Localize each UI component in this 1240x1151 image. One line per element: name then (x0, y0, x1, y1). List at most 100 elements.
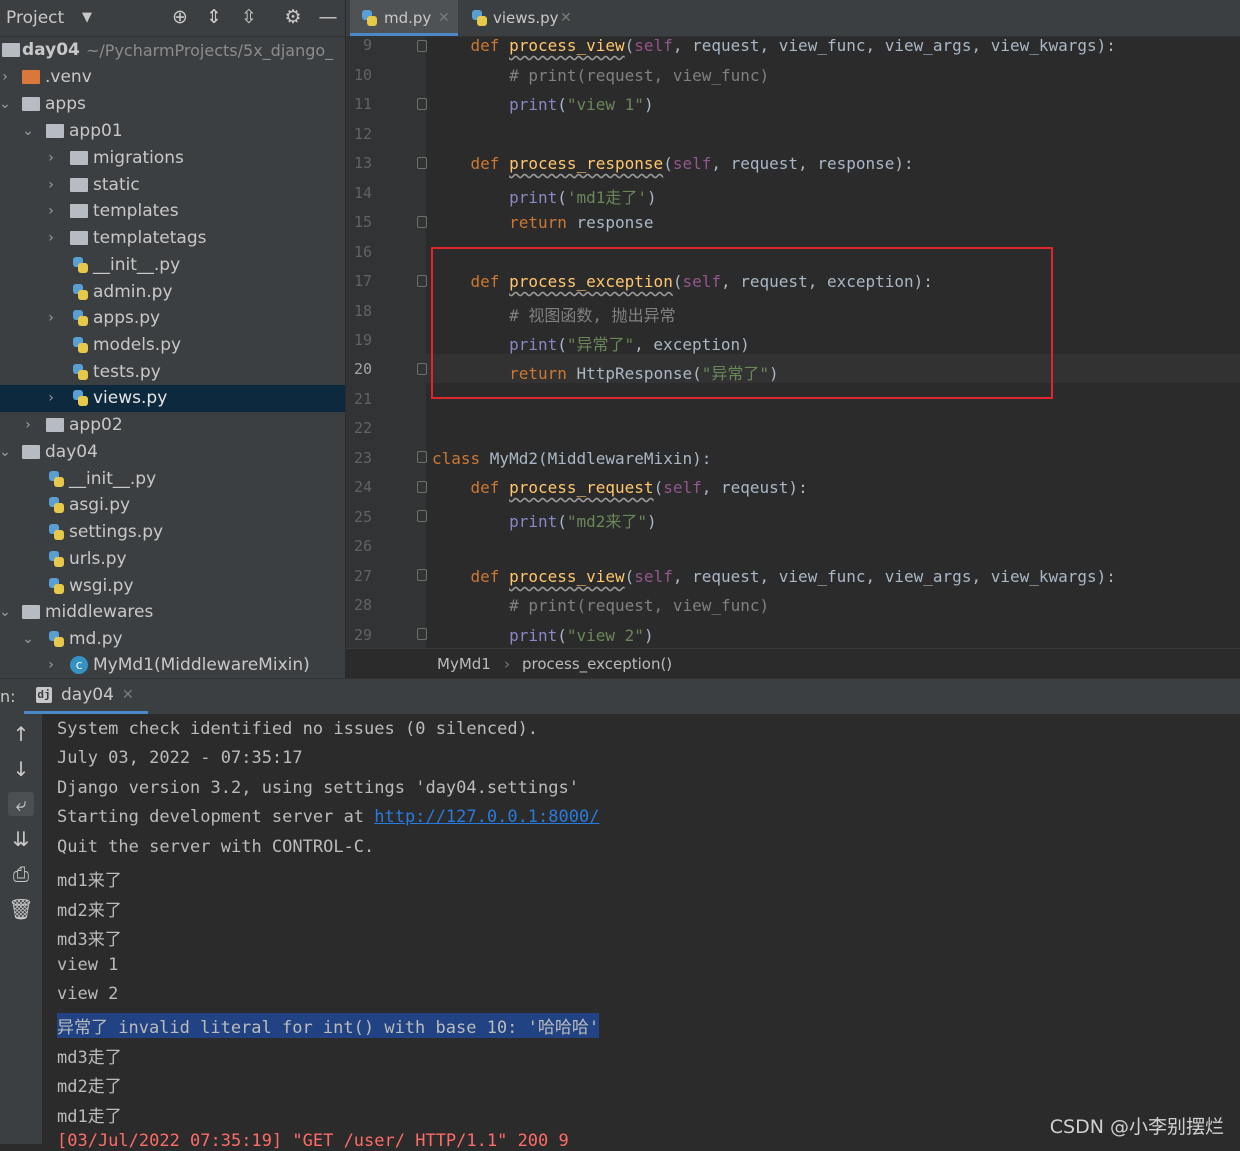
breadcrumb-class[interactable]: MyMd1 (437, 655, 491, 673)
tree-item-label: settings.py (69, 522, 164, 542)
code-token: ( (557, 95, 567, 114)
soft-wrap-icon[interactable]: ⤶ (8, 792, 34, 816)
tree-item-urls-py[interactable]: urls.py (0, 546, 345, 573)
tab-md-py[interactable]: md.py ✕ (350, 0, 458, 36)
tree-item-day04-pkg[interactable]: ⌄ day04 (0, 439, 345, 466)
tree-item-label: __init__.py (69, 469, 157, 489)
tree-item-mymd1-class[interactable]: › c MyMd1(MiddlewareMixin) (0, 652, 345, 679)
chevron-right-icon[interactable]: › (21, 412, 35, 439)
tree-item-label: __init__.py (93, 255, 181, 275)
trash-icon[interactable]: 🗑 (8, 897, 34, 921)
tree-item-tests-py[interactable]: tests.py (0, 359, 345, 386)
fold-marker-icon[interactable] (417, 510, 427, 522)
chevron-right-icon[interactable]: › (44, 172, 58, 199)
tree-item-settings-py[interactable]: settings.py (0, 519, 345, 546)
code-token: class (432, 449, 490, 468)
close-icon[interactable]: ✕ (122, 678, 134, 712)
collapse-all-icon[interactable]: ⇳ (237, 6, 261, 28)
tree-item-models-py[interactable]: models.py (0, 332, 345, 359)
code-token: ( (557, 626, 567, 645)
console-line: System check identified no issues (0 sil… (57, 719, 539, 739)
tree-item-app02[interactable]: › app02 (0, 412, 345, 439)
chevron-down-icon[interactable]: ⌄ (21, 118, 35, 145)
tree-item-label: app02 (69, 415, 123, 435)
tree-item-migrations[interactable]: › migrations (0, 145, 345, 172)
tree-item-apps[interactable]: ⌄ apps (0, 91, 345, 118)
fold-marker-icon[interactable] (417, 216, 427, 228)
python-file-icon (47, 496, 65, 514)
chevron-down-icon[interactable]: ▼ (82, 10, 92, 25)
folder-icon (70, 231, 88, 245)
tree-item-init-py[interactable]: __init__.py (0, 252, 345, 279)
tree-item-venv[interactable]: › .venv (0, 64, 345, 91)
server-link[interactable]: http://127.0.0.1:8000/ (374, 807, 599, 827)
code-token: ) (647, 188, 657, 207)
fold-marker-icon[interactable] (417, 98, 427, 110)
tree-item-templates[interactable]: › templates (0, 198, 345, 225)
run-panel-label: n: (0, 687, 16, 706)
tree-item-wsgi-py[interactable]: wsgi.py (0, 573, 345, 600)
expand-all-icon[interactable]: ⇕ (202, 6, 226, 28)
code-token: , request, view_func, view_args, view_kw… (672, 567, 1116, 586)
line-number: 28 (353, 596, 372, 614)
code-line: def process_view(self, request, view_fun… (432, 36, 1116, 55)
fold-marker-icon[interactable] (417, 40, 427, 52)
line-number: 10 (353, 66, 372, 84)
chevron-down-icon[interactable]: ⌄ (0, 599, 12, 626)
code-line: print("view 1") (432, 95, 654, 114)
tree-item-md-py[interactable]: ⌄ md.py (0, 626, 345, 653)
arrow-down-icon[interactable]: ↓ (8, 757, 34, 781)
fold-marker-icon[interactable] (417, 569, 427, 581)
chevron-right-icon[interactable]: › (0, 64, 12, 91)
locate-icon[interactable]: ⊕ (168, 6, 192, 28)
arrow-up-icon[interactable]: ↑ (8, 722, 34, 746)
print-icon[interactable]: ⎙ (8, 862, 34, 886)
run-tab-day04[interactable]: dj day04 ✕ (24, 678, 148, 714)
line-number: 29 (353, 626, 372, 644)
hide-panel-icon[interactable]: — (316, 6, 340, 28)
code-line: # print(request, view_func) (432, 66, 769, 85)
chevron-right-icon[interactable]: › (44, 652, 58, 679)
fold-marker-icon[interactable] (417, 481, 427, 493)
chevron-right-icon[interactable]: › (44, 385, 58, 412)
folder-icon (22, 70, 40, 84)
tree-item-static[interactable]: › static (0, 172, 345, 199)
fold-marker-icon[interactable] (417, 363, 427, 375)
code-line: return response (432, 213, 654, 232)
tree-item-label: static (93, 175, 140, 195)
fold-marker-icon[interactable] (417, 451, 427, 463)
close-icon[interactable]: ✕ (560, 0, 572, 36)
tree-item-app01[interactable]: ⌄ app01 (0, 118, 345, 145)
scroll-to-end-icon[interactable]: ⇊ (8, 827, 34, 851)
tree-item-views-py[interactable]: › views.py (0, 385, 345, 412)
chevron-down-icon[interactable]: ⌄ (0, 91, 12, 118)
tree-item-day04-root[interactable]: day04 ~/PycharmProjects/5x_django_ (0, 37, 345, 64)
fold-marker-icon[interactable] (417, 628, 427, 640)
chevron-right-icon[interactable]: › (44, 225, 58, 252)
gear-icon[interactable]: ⚙ (281, 6, 305, 28)
fold-marker-icon[interactable] (417, 157, 427, 169)
folder-icon (2, 43, 20, 57)
breadcrumb-method[interactable]: process_exception() (522, 655, 672, 673)
tree-item-templatetags[interactable]: › templatetags (0, 225, 345, 252)
tree-item-asgi-py[interactable]: asgi.py (0, 492, 345, 519)
console-line: Django version 3.2, using settings 'day0… (57, 778, 579, 798)
tab-views-py[interactable]: views.py ✕ (460, 0, 580, 36)
chevron-right-icon[interactable]: › (44, 145, 58, 172)
tree-item-admin-py[interactable]: admin.py (0, 279, 345, 306)
close-icon[interactable]: ✕ (438, 0, 450, 36)
python-file-icon (71, 309, 89, 327)
chevron-down-icon[interactable]: ⌄ (21, 626, 35, 653)
code-token: ( (663, 154, 673, 173)
project-view-title[interactable]: Project (6, 8, 64, 28)
tree-item-init-py[interactable]: __init__.py (0, 466, 345, 493)
run-tab-label: day04 (61, 685, 114, 705)
tree-item-apps-py[interactable]: › apps.py (0, 305, 345, 332)
tree-item-middlewares[interactable]: ⌄ middlewares (0, 599, 345, 626)
chevron-down-icon[interactable]: ⌄ (0, 439, 12, 466)
fold-marker-icon[interactable] (417, 275, 427, 287)
chevron-right-icon[interactable]: › (44, 198, 58, 225)
chevron-right-icon[interactable]: › (44, 305, 58, 332)
code-token: print (509, 95, 558, 114)
